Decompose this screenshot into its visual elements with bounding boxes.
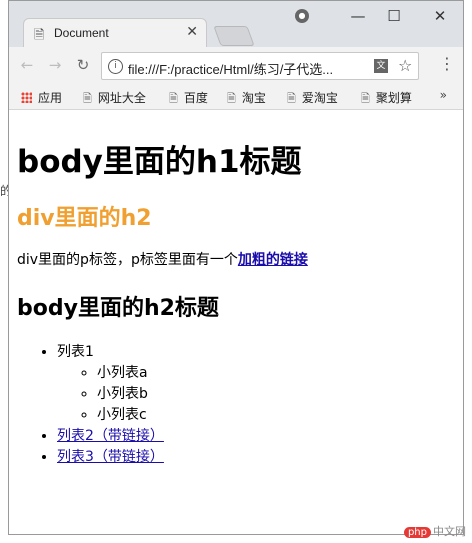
list-item: 列表1 小列表a 小列表b 小列表c [57, 342, 164, 426]
tab-document[interactable]: 🗎 Document ✕ [23, 18, 207, 48]
page-icon: 🗎 [227, 92, 236, 105]
apps-grid-icon [21, 92, 32, 103]
page-icon: 🗎 [287, 92, 296, 105]
title-bar: 🗎 Document ✕ ● — ☐ ✕ [9, 1, 463, 48]
bookmark-label: 聚划算 [375, 91, 412, 105]
sub-list-item: 小列表b [97, 384, 164, 405]
list-item-label: 列表1 [57, 344, 94, 360]
bookmark-item[interactable]: 🗎 爱淘宝 [287, 89, 338, 109]
page-icon: 🗎 [83, 92, 92, 105]
page-content: body里面的h1标题 div里面的h2 div里面的p标签，p标签里面有一个加… [9, 110, 463, 534]
info-icon[interactable]: i [108, 59, 123, 74]
bookmark-label: 百度 [183, 91, 208, 105]
bookmark-label: 应用 [38, 91, 63, 105]
maximize-icon[interactable]: ☐ [381, 7, 407, 25]
page-icon: 🗎 [34, 28, 45, 43]
forward-arrow-icon[interactable]: → [45, 56, 65, 74]
toolbar: ← → ↻ i file:///F:/practice/Html/练习/子代选.… [9, 47, 463, 85]
list-item: 列表2（带链接） [57, 426, 164, 447]
bookmarks-more-icon[interactable]: » [440, 88, 447, 102]
sub-list-item: 小列表c [97, 405, 164, 426]
menu-icon[interactable]: ⋮ [439, 54, 455, 73]
bookmark-star-icon[interactable]: ☆ [398, 56, 412, 75]
background-strip: 的 [0, 0, 8, 543]
url-text[interactable]: file:///F:/practice/Html/练习/子代选... [128, 59, 368, 78]
main-list: 列表1 小列表a 小列表b 小列表c 列表2（带链接） 列表3（带链接） [17, 342, 164, 468]
translate-icon[interactable]: 文 [374, 59, 388, 73]
tab-close-icon[interactable]: ✕ [186, 24, 198, 40]
bookmark-item[interactable]: 🗎 聚划算 [361, 89, 412, 109]
sub-list: 小列表a 小列表b 小列表c [57, 363, 164, 426]
bookmark-item[interactable]: 🗎 百度 [169, 89, 208, 109]
bold-link[interactable]: 加粗的链接 [238, 252, 308, 268]
bookmarks-bar: 应用 🗎 网址大全 🗎 百度 🗎 淘宝 🗎 爱淘宝 🗎 聚划算 » [9, 85, 463, 110]
back-arrow-icon[interactable]: ← [17, 56, 37, 74]
bookmark-label: 网址大全 [97, 91, 146, 105]
watermark: php 中文网 [403, 523, 466, 539]
list-link[interactable]: 列表2（带链接） [57, 428, 164, 444]
minimize-icon[interactable]: — [345, 7, 371, 25]
watermark-logo: php [403, 527, 431, 538]
paragraph-text: div里面的p标签，p标签里面有一个 [17, 252, 238, 268]
background-text-fragment: 的 [0, 184, 8, 198]
bookmark-item[interactable]: 🗎 淘宝 [227, 89, 266, 109]
page-icon: 🗎 [361, 92, 370, 105]
sub-list-item: 小列表a [97, 363, 164, 384]
bookmark-label: 淘宝 [241, 91, 266, 105]
tab-title: Document [54, 26, 109, 40]
bookmark-apps[interactable]: 应用 [21, 89, 62, 106]
watermark-text: 中文网 [433, 525, 466, 538]
close-window-icon[interactable]: ✕ [427, 7, 453, 25]
address-bar[interactable]: i file:///F:/practice/Html/练习/子代选... 文 ☆ [101, 52, 419, 80]
page-title: body里面的h1标题 [17, 144, 302, 180]
browser-window: 🗎 Document ✕ ● — ☐ ✕ ← → ↻ i file:///F:/… [8, 0, 464, 535]
div-paragraph: div里面的p标签，p标签里面有一个加粗的链接 [17, 249, 308, 269]
div-heading: div里面的h2 [17, 206, 152, 231]
bookmark-label: 爱淘宝 [301, 91, 338, 105]
new-tab-button[interactable] [213, 26, 255, 46]
list-item: 列表3（带链接） [57, 447, 164, 468]
profile-icon[interactable]: ● [295, 9, 309, 23]
reload-icon[interactable]: ↻ [73, 56, 93, 74]
page-icon: 🗎 [169, 92, 178, 105]
bookmark-item[interactable]: 🗎 网址大全 [83, 89, 146, 109]
body-heading: body里面的h2标题 [17, 296, 219, 321]
list-link[interactable]: 列表3（带链接） [57, 449, 164, 465]
